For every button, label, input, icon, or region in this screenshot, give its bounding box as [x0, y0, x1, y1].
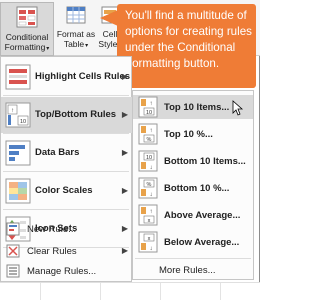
menu-item-label: Color Scales — [35, 185, 93, 196]
submenu-item-label: Bottom 10 Items... — [164, 156, 246, 167]
menu-item-color-scales[interactable]: Color Scales ▶ — [1, 173, 133, 209]
conditional-formatting-label-2: Formatting▾ — [4, 42, 50, 52]
color-scales-icon — [5, 178, 31, 204]
menu-item-new-rule[interactable]: New Rule... — [1, 219, 133, 239]
submenu-item-label: Above Average... — [164, 210, 241, 221]
submenu-item-label: Below Average... — [164, 237, 240, 248]
menu-divider — [3, 95, 129, 96]
menu-item-clear-rules[interactable]: Clear Rules ▶ — [1, 241, 133, 261]
menu-item-label: Top/Bottom Rules — [35, 109, 117, 120]
menu-item-data-bars[interactable]: Data Bars ▶ — [1, 135, 133, 171]
menu-divider — [3, 209, 129, 210]
submenu-item-above-average[interactable]: ↑ x Above Average... — [133, 203, 253, 227]
more-rules-link[interactable]: More Rules... — [159, 265, 216, 276]
data-bars-icon — [5, 140, 31, 166]
mouse-cursor-icon — [232, 100, 244, 116]
menu-item-manage-rules[interactable]: Manage Rules... — [1, 261, 133, 281]
submenu-item-bottom-10-percent[interactable]: ↓ % Bottom 10 %... — [133, 176, 253, 200]
chevron-down-icon: ▾ — [46, 46, 50, 52]
top-bottom-submenu: ↑ 10 Top 10 Items... ↑ % Top 10 %... ↓ 1… — [132, 90, 254, 280]
above-average-icon: ↑ x — [138, 204, 158, 226]
svg-text:%: % — [147, 137, 152, 143]
chevron-right-icon: ▶ — [121, 72, 128, 81]
callout-text: You'll find a multitude of options for c… — [125, 9, 252, 70]
conditional-formatting-button[interactable]: Conditional Formatting▾ — [0, 2, 54, 56]
conditional-formatting-label-1: Conditional — [5, 32, 49, 42]
svg-text:10: 10 — [20, 119, 26, 125]
submenu-item-top-10-percent[interactable]: ↑ % Top 10 %... — [133, 122, 253, 146]
format-as-table-label-2: Table▾ — [63, 39, 89, 49]
top-10-percent-icon: ↑ % — [138, 123, 158, 145]
menu-divider — [3, 133, 129, 134]
grid-line — [160, 283, 161, 300]
svg-text:↓: ↓ — [150, 192, 153, 198]
chevron-right-icon: ▶ — [121, 246, 128, 255]
conditional-formatting-menu: Highlight Cells Rules ▶ ↑ 10 Top/Bottom … — [0, 56, 133, 282]
menu-item-label: Manage Rules... — [27, 266, 97, 277]
menu-item-label: New Rule... — [27, 224, 77, 235]
svg-text:↑: ↑ — [150, 209, 153, 215]
svg-text:↑: ↑ — [150, 101, 153, 107]
clear-rules-icon — [6, 244, 20, 258]
submenu-item-bottom-10-items[interactable]: ↓ 10 Bottom 10 Items... — [133, 149, 253, 173]
format-as-table-label-1: Format as — [56, 29, 96, 39]
svg-text:x: x — [148, 236, 151, 242]
chevron-right-icon: ▶ — [121, 148, 128, 157]
submenu-item-label: Bottom 10 %... — [164, 183, 230, 194]
grid-line — [40, 283, 41, 300]
menu-item-label: Highlight Cells Rules — [35, 71, 131, 82]
svg-text:↑: ↑ — [11, 108, 14, 114]
new-rule-icon — [6, 222, 20, 236]
chevron-right-icon: ▶ — [121, 186, 128, 195]
menu-item-top-bottom-rules[interactable]: ↑ 10 Top/Bottom Rules ▶ — [1, 97, 133, 133]
svg-text:↑: ↑ — [150, 128, 153, 134]
submenu-item-label: Top 10 %... — [164, 129, 213, 140]
grid-line — [220, 283, 221, 300]
svg-text:↓: ↓ — [150, 165, 153, 171]
svg-text:%: % — [147, 182, 152, 188]
submenu-item-below-average[interactable]: ↓ x Below Average... — [133, 230, 253, 254]
format-as-table-button[interactable]: Format as Table▾ — [56, 2, 96, 51]
grid-line — [100, 283, 101, 300]
highlight-cells-icon — [5, 64, 31, 90]
chevron-right-icon: ▶ — [121, 110, 128, 119]
bottom-10-icon: ↓ 10 — [138, 150, 158, 172]
menu-divider — [3, 171, 129, 172]
callout-box: You'll find a multitude of options for c… — [117, 4, 256, 88]
manage-rules-icon — [6, 264, 20, 278]
menu-item-label: Data Bars — [35, 147, 80, 158]
svg-text:x: x — [148, 218, 151, 224]
conditional-formatting-icon — [16, 6, 38, 28]
chevron-down-icon: ▾ — [85, 43, 89, 49]
top-bottom-icon: ↑ 10 — [5, 102, 31, 128]
worksheet-grid — [0, 282, 260, 300]
bottom-10-percent-icon: ↓ % — [138, 177, 158, 199]
top-10-icon: ↑ 10 — [138, 96, 158, 118]
callout-pointer — [100, 10, 118, 26]
below-average-icon: ↓ x — [138, 231, 158, 253]
submenu-divider — [135, 258, 251, 259]
svg-text:10: 10 — [146, 110, 152, 116]
svg-text:10: 10 — [146, 155, 152, 161]
menu-item-highlight-cells-rules[interactable]: Highlight Cells Rules ▶ — [1, 59, 133, 95]
svg-text:↓: ↓ — [150, 246, 153, 252]
menu-item-label: Clear Rules — [27, 246, 77, 257]
format-as-table-icon — [66, 6, 86, 24]
submenu-item-label: Top 10 Items... — [164, 102, 230, 113]
